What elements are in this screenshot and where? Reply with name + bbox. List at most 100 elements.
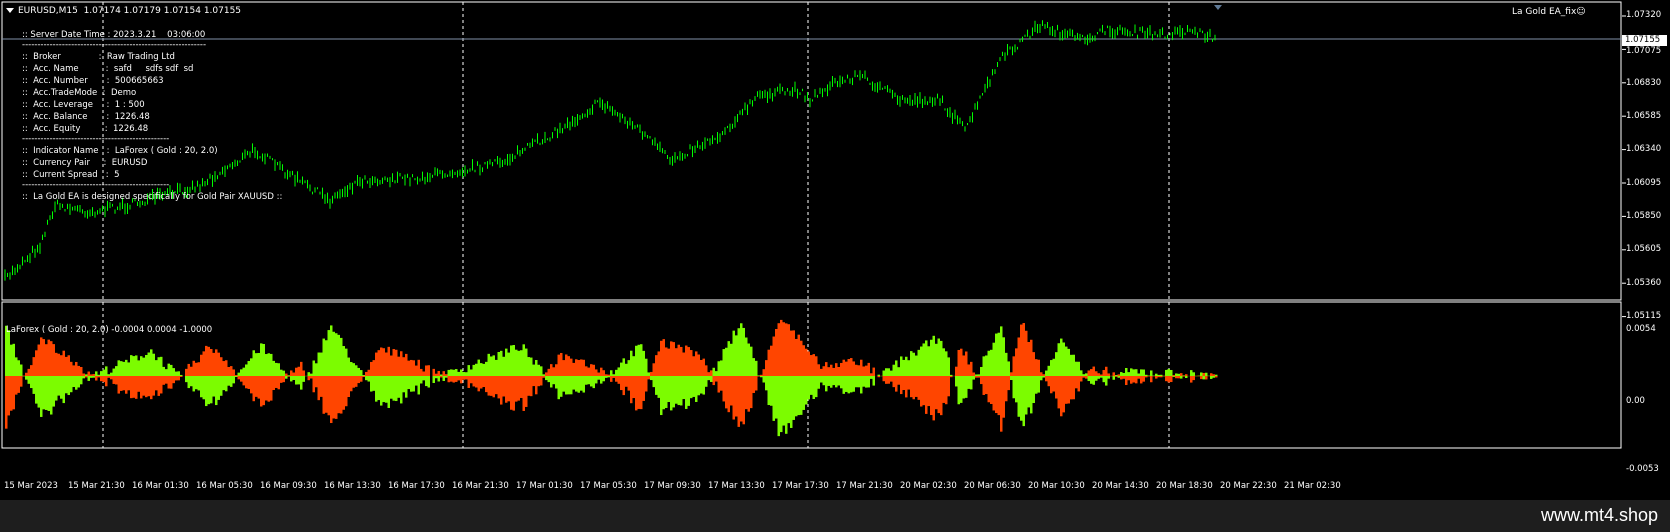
time-tick: 16 Mar 21:30 (452, 481, 509, 491)
histogram-bar (1112, 372, 1115, 376)
histogram-bar (902, 359, 905, 376)
histogram-bar (1205, 376, 1208, 380)
histogram-bar (1097, 376, 1100, 379)
dropdown-arrow-icon[interactable] (6, 8, 14, 13)
histogram-bar (45, 376, 48, 410)
histogram-bar (432, 368, 435, 376)
histogram-bar (995, 333, 998, 376)
chart-window[interactable]: EURUSD,M15 1.07174 1.07179 1.07154 1.071… (0, 0, 1670, 500)
histogram-bar (70, 376, 73, 393)
histogram-bar (1090, 369, 1093, 376)
histogram-bar (680, 376, 683, 406)
histogram-bar (860, 376, 863, 394)
histogram-bar (1115, 375, 1118, 376)
histogram-bar (950, 376, 953, 378)
histogram-bar (1155, 373, 1158, 376)
histogram-bar (165, 376, 168, 384)
histogram-bar (177, 376, 180, 381)
histogram-bar (810, 355, 813, 376)
histogram-bar (827, 367, 830, 376)
histogram-bar (975, 374, 978, 376)
histogram-bar (1165, 376, 1168, 382)
histogram-bar (82, 376, 85, 379)
histogram-bar (450, 369, 453, 376)
histogram-bar (845, 361, 848, 376)
histogram-bar (465, 372, 468, 376)
histogram-bar (1035, 359, 1038, 376)
histogram-bar (605, 376, 608, 378)
histogram-bar (212, 352, 215, 376)
histogram-bar (920, 346, 923, 376)
histogram-bar (1170, 369, 1173, 376)
histogram-bar (27, 368, 30, 376)
histogram-bar (232, 369, 235, 376)
histogram-bar (740, 376, 743, 422)
histogram-bar (352, 376, 355, 388)
histogram-bar (730, 343, 733, 376)
indicator-title: LaForex ( Gold : 20, 2.0) -0.0004 0.0004… (6, 325, 213, 335)
histogram-bar (577, 360, 580, 376)
site-url[interactable]: www.mt4.shop (1541, 505, 1658, 526)
histogram-bar (1050, 360, 1053, 376)
chart-canvas[interactable] (0, 0, 1670, 500)
histogram-bar (532, 364, 535, 376)
histogram-bar (347, 376, 350, 398)
histogram-bar (1017, 376, 1020, 417)
histogram-bar (930, 376, 933, 416)
histogram-bar (232, 376, 235, 384)
histogram-bar (747, 376, 750, 412)
histogram-bar (17, 376, 20, 393)
histogram-bar (960, 376, 963, 403)
histogram-bar (420, 376, 423, 384)
histogram-bar (535, 376, 538, 395)
histogram-bar (647, 376, 650, 380)
histogram-bar (565, 376, 568, 395)
histogram-bar (120, 361, 123, 376)
histogram-bar (30, 365, 33, 376)
histogram-bar (675, 348, 678, 376)
histogram-bar (1015, 376, 1018, 403)
histogram-bar (422, 376, 425, 381)
histogram-bar (287, 375, 290, 376)
histogram-bar (110, 376, 113, 380)
histogram-bar (825, 362, 828, 376)
histogram-bar (35, 376, 38, 404)
histogram-bar (437, 376, 440, 382)
histogram-bar (570, 376, 573, 395)
histogram-bar (185, 376, 188, 383)
histogram-bar (702, 376, 705, 395)
histogram-bar (940, 340, 943, 376)
histogram-bar (180, 374, 183, 376)
histogram-bar (190, 366, 193, 376)
histogram-bar (682, 352, 685, 376)
histogram-bar (215, 376, 218, 406)
histogram-bar (1057, 343, 1060, 376)
histogram-bar (772, 376, 775, 421)
histogram-bar (885, 376, 888, 384)
histogram-bar (470, 376, 473, 384)
histogram-bar (815, 356, 818, 376)
histogram-bar (852, 361, 855, 376)
histogram-bar (1072, 376, 1075, 400)
histogram-bar (657, 376, 660, 398)
histogram-bar (927, 346, 930, 376)
histogram-bar (242, 367, 245, 376)
histogram-bar (192, 376, 195, 392)
histogram-bar (307, 372, 310, 376)
histogram-bar (152, 353, 155, 376)
histogram-bar (575, 376, 578, 392)
info-indicator: :: Indicator Name : LaForex ( Gold : 20,… (22, 146, 218, 156)
histogram-bar (340, 376, 343, 414)
histogram-bar (307, 376, 310, 381)
histogram-bar (452, 369, 455, 376)
histogram-bar (330, 376, 333, 424)
histogram-bar (137, 376, 140, 392)
histogram-bar (137, 360, 140, 376)
histogram-bar (170, 376, 173, 389)
histogram-bar (590, 364, 593, 376)
histogram-bar (580, 359, 583, 376)
ea-label[interactable]: La Gold EA_fix☺ (1512, 7, 1586, 17)
histogram-bar (1077, 361, 1080, 376)
histogram-bar (25, 372, 28, 376)
histogram-bar (57, 353, 60, 376)
